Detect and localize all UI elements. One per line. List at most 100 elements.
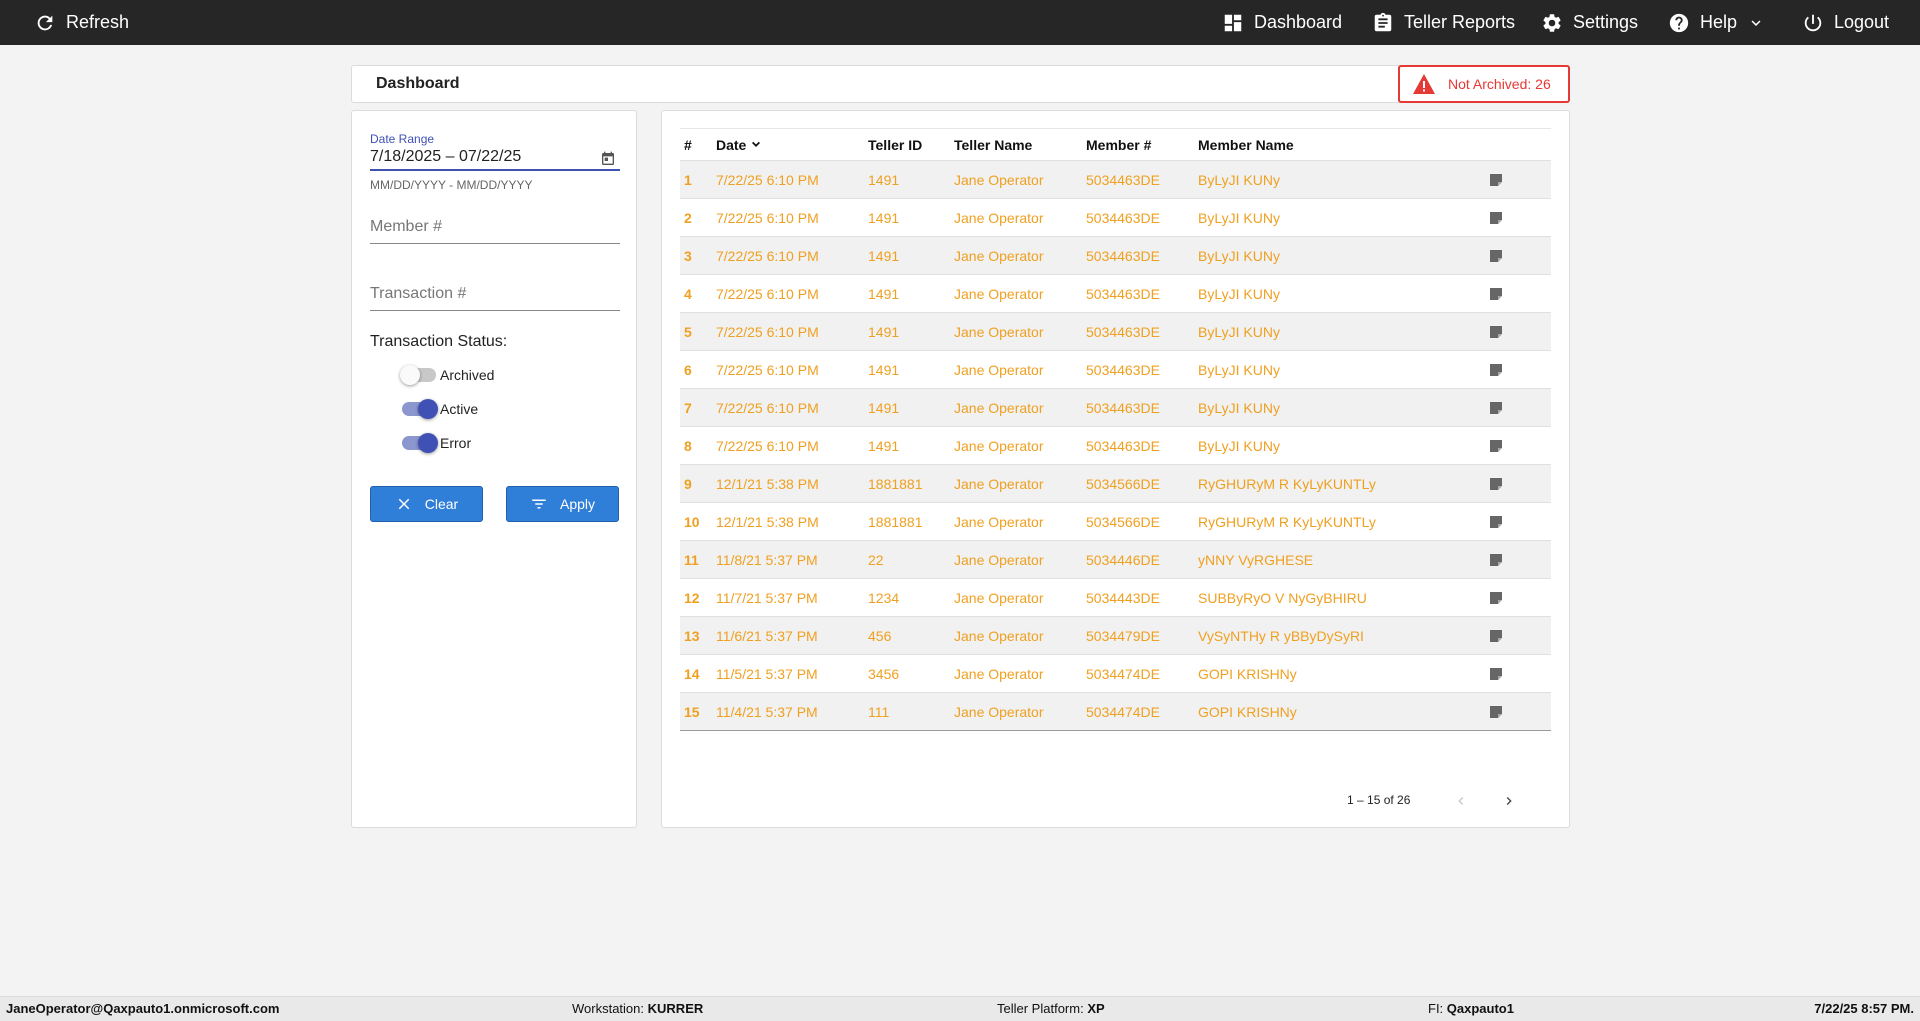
row-member-name: ByLyJI KUNy: [1198, 437, 1280, 454]
nav-settings[interactable]: Settings: [1541, 0, 1638, 45]
note-icon[interactable]: [1488, 286, 1504, 302]
note-icon[interactable]: [1488, 666, 1504, 682]
sort-desc-icon: [752, 141, 761, 147]
nav-dashboard[interactable]: Dashboard: [1222, 0, 1342, 45]
archived-toggle-row: Archived: [400, 365, 494, 385]
table-header-row: # Date Teller ID Teller Name Member # Me…: [680, 128, 1551, 161]
row-teller-id: 456: [868, 627, 892, 644]
footer-datetime: 7/22/25 8:57 PM.: [1814, 1001, 1914, 1016]
row-action: [1488, 693, 1551, 731]
apply-button-label: Apply: [559, 496, 596, 512]
note-icon[interactable]: [1488, 476, 1504, 492]
note-icon[interactable]: [1488, 400, 1504, 416]
table-row[interactable]: 4 7/22/25 6:10 PM 1491 Jane Operator 5034463…: [680, 275, 1551, 313]
col-header-teller-name: Teller Name: [954, 136, 1033, 153]
clear-button[interactable]: Clear: [370, 486, 483, 522]
row-member-number: 5034446DE: [1086, 551, 1160, 568]
chevron-right-icon[interactable]: [1501, 793, 1517, 809]
transaction-number-input[interactable]: [370, 279, 620, 303]
table-row[interactable]: 3 7/22/25 6:10 PM 1491 Jane Operator 5034463…: [680, 236, 1551, 275]
paginator-range-label: 1 – 15 of 26: [1347, 793, 1411, 807]
table-row[interactable]: 14 11/5/21 5:37 PM 3456 Jane Operator 503447…: [680, 655, 1551, 693]
row-teller-id: 111: [868, 703, 890, 720]
table-row[interactable]: 11 11/8/21 5:37 PM 22 Jane Operator 5034446D…: [680, 540, 1551, 579]
row-teller-id: 3456: [868, 665, 900, 682]
row-teller-id: 1234: [868, 589, 900, 606]
row-date: 12/1/21 5:38 PM: [716, 475, 819, 492]
note-icon[interactable]: [1488, 514, 1504, 530]
nav-teller-reports[interactable]: Teller Reports: [1372, 0, 1515, 45]
transaction-number-field[interactable]: [370, 279, 620, 311]
row-number: 15: [684, 703, 700, 720]
row-date: 7/22/25 6:10 PM: [716, 323, 819, 340]
note-icon[interactable]: [1488, 704, 1504, 720]
row-teller-id: 1491: [868, 247, 900, 264]
table-row[interactable]: 7 7/22/25 6:10 PM 1491 Jane Operator 5034463…: [680, 388, 1551, 427]
row-date: 11/4/21 5:37 PM: [716, 703, 818, 720]
row-date: 7/22/25 6:10 PM: [716, 209, 819, 226]
table-row[interactable]: 5 7/22/25 6:10 PM 1491 Jane Operator 5034463…: [680, 312, 1551, 351]
apply-button[interactable]: Apply: [506, 486, 619, 522]
row-date: 7/22/25 6:10 PM: [716, 361, 819, 378]
chevron-left-icon[interactable]: [1453, 793, 1469, 809]
nav-logout[interactable]: Logout: [1802, 0, 1889, 45]
row-teller-id: 22: [868, 551, 884, 568]
row-teller-name: Jane Operator: [954, 171, 1044, 188]
member-number-input[interactable]: [370, 212, 620, 236]
error-toggle[interactable]: [400, 433, 438, 453]
not-archived-badge[interactable]: Not Archived: 26: [1398, 65, 1570, 103]
row-date: 11/8/21 5:37 PM: [716, 551, 818, 568]
nav-settings-label: Settings: [1573, 12, 1639, 32]
table-row[interactable]: 12 11/7/21 5:37 PM 1234 Jane Operator 503444…: [680, 579, 1551, 617]
archived-toggle[interactable]: [400, 365, 436, 385]
active-toggle[interactable]: [400, 399, 438, 419]
note-icon[interactable]: [1488, 628, 1504, 644]
member-number-field[interactable]: [370, 212, 620, 244]
archived-toggle-label: Archived: [440, 367, 495, 383]
row-member-number: 5034463DE: [1086, 437, 1160, 454]
row-member-name: ByLyJI KUNy: [1198, 171, 1280, 188]
col-header-teller-id: Teller ID: [868, 136, 923, 153]
date-range-input[interactable]: [370, 146, 590, 166]
note-icon[interactable]: [1488, 248, 1504, 264]
col-header-date[interactable]: Date: [716, 129, 868, 161]
note-icon[interactable]: [1488, 172, 1504, 188]
row-member-number: 5034463DE: [1086, 361, 1160, 378]
table-row[interactable]: 2 7/22/25 6:10 PM 1491 Jane Operator 5034463…: [680, 199, 1551, 237]
row-date: 7/22/25 6:10 PM: [716, 171, 819, 188]
row-teller-name: Jane Operator: [954, 589, 1044, 606]
table-row[interactable]: 9 12/1/21 5:38 PM 1881881 Jane Operator 5034…: [680, 464, 1551, 503]
row-action: [1488, 389, 1551, 427]
note-icon[interactable]: [1488, 438, 1504, 454]
row-member-name: SUBByRyO V NyGyBHIRU: [1198, 589, 1367, 606]
active-toggle-label: Active: [440, 401, 479, 417]
row-date: 11/6/21 5:37 PM: [716, 627, 818, 644]
row-member-number: 5034474DE: [1086, 703, 1160, 720]
row-member-number: 5034566DE: [1086, 475, 1160, 492]
table-row[interactable]: 1 7/22/25 6:10 PM 1491 Jane Operator 5034463…: [680, 160, 1551, 199]
refresh-button[interactable]: Refresh: [34, 0, 129, 45]
help-icon: [1669, 13, 1689, 32]
note-icon[interactable]: [1488, 590, 1504, 606]
row-member-name: ByLyJI KUNy: [1198, 323, 1280, 340]
table-row[interactable]: 10 12/1/21 5:38 PM 1881881 Jane Operator 503…: [680, 503, 1551, 541]
note-icon[interactable]: [1488, 362, 1504, 378]
note-icon[interactable]: [1488, 324, 1504, 340]
table-row[interactable]: 15 11/4/21 5:37 PM 111 Jane Operator 5034474…: [680, 692, 1551, 731]
table-row[interactable]: 6 7/22/25 6:10 PM 1491 Jane Operator 5034463…: [680, 351, 1551, 389]
date-range-field[interactable]: Date Range MM/DD/YYYY - MM/DD/YYYY: [370, 132, 620, 192]
note-icon[interactable]: [1488, 210, 1504, 226]
table-row[interactable]: 13 11/6/21 5:37 PM 456 Jane Operator 5034479…: [680, 616, 1551, 655]
calendar-icon[interactable]: [600, 151, 616, 167]
clear-button-label: Clear: [424, 496, 459, 512]
row-member-name: ByLyJI KUNy: [1198, 209, 1280, 226]
page-title: Dashboard: [376, 75, 460, 92]
dashboard-header: Dashboard Not Archived: 26: [351, 65, 1570, 103]
row-number: 1: [684, 171, 692, 188]
nav-help[interactable]: Help: [1668, 0, 1765, 45]
note-icon[interactable]: [1488, 552, 1504, 568]
refresh-label: Refresh: [66, 12, 130, 32]
row-action: [1488, 313, 1551, 351]
row-number: 2: [684, 209, 692, 226]
table-row[interactable]: 8 7/22/25 6:10 PM 1491 Jane Operator 5034463…: [680, 427, 1551, 465]
